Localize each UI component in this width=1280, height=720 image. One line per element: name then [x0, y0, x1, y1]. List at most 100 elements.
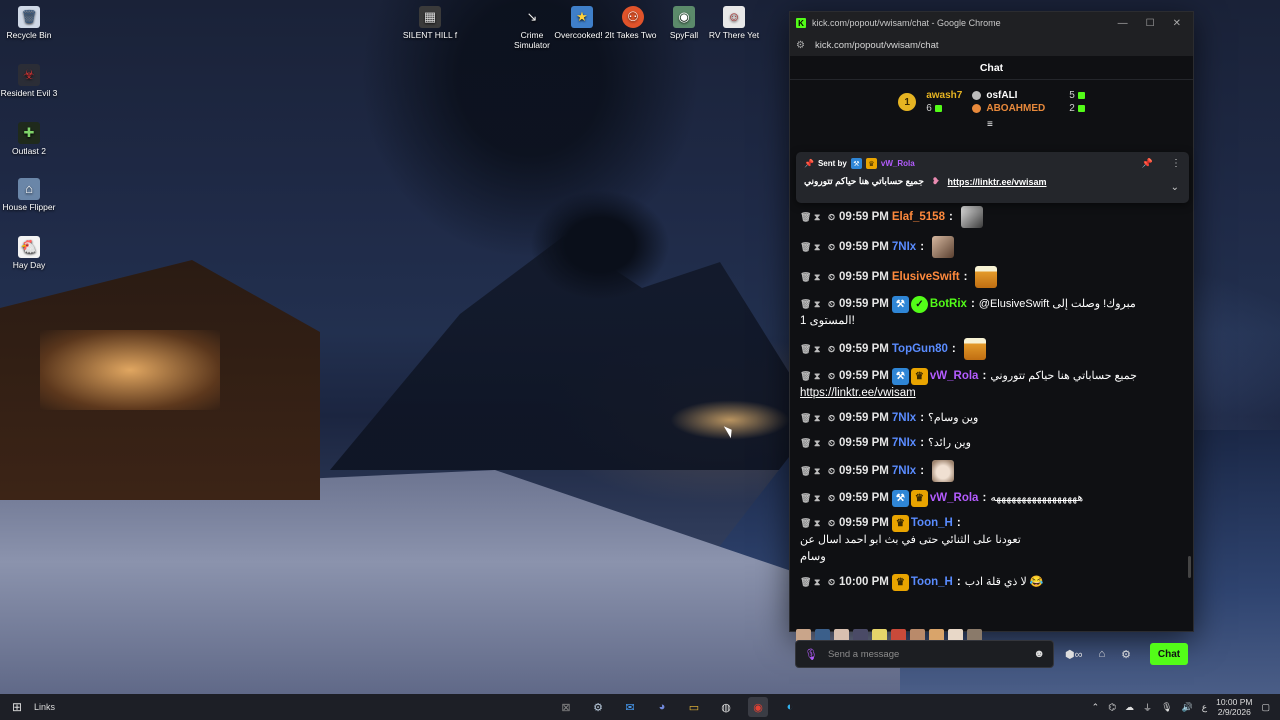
chat-message[interactable]: 🗑 ⧗ ⏲ 09:59 PM ⚒ ♛ vW_Rola: جميع حساباتي هنا حي…	[800, 368, 1183, 402]
desktop-icon-hay-day[interactable]: 🐔 Hay Day	[0, 236, 58, 270]
edge-icon[interactable]: ◐	[780, 697, 800, 717]
window-titlebar[interactable]: K kick.com/popout/vwisam/chat - Google C…	[790, 12, 1193, 34]
leaderboard-second-name[interactable]: osfALI	[986, 90, 1017, 101]
address-bar[interactable]: ⚙ kick.com/popout/vwisam/chat	[790, 34, 1193, 56]
emoji-picker-icon[interactable]: ☻	[1033, 648, 1045, 660]
pinned-user[interactable]: vW_Rola	[881, 159, 915, 168]
send-chat-button[interactable]: Chat	[1150, 643, 1188, 665]
message-username[interactable]: 7NIx	[892, 463, 916, 480]
discord-icon[interactable]: ◕	[652, 697, 672, 717]
taskbar-clock[interactable]: 10:00 PM 2/9/2026	[1216, 697, 1252, 717]
chat-message[interactable]: 🗑 ⧗ ⏲ 09:59 PM 7NIx:	[800, 460, 1183, 482]
message-username[interactable]: TopGun80	[892, 341, 948, 358]
message-username[interactable]: ElusiveSwift	[892, 269, 960, 286]
message-username[interactable]: 7NIx	[892, 410, 916, 427]
volume-icon[interactable]: 🔊	[1182, 702, 1193, 713]
timeout-user-icon[interactable]: ⧗	[814, 296, 820, 313]
message-username[interactable]: vW_Rola	[930, 490, 979, 507]
desktop-icon-silent-hill[interactable]: ▦ SILENT HILL f	[401, 6, 459, 40]
chrome-icon[interactable]: ◉	[748, 697, 768, 717]
chat-message[interactable]: 🗑 ⧗ ⏲ 09:59 PM TopGun80:	[800, 338, 1183, 360]
chat-message[interactable]: 🗑 ⧗ ⏲ 09:59 PM 7NIx: وين رائد؟	[800, 435, 1183, 452]
timeout-user-icon[interactable]: ⧗	[814, 574, 820, 591]
desktop-icon-rv-there-yet[interactable]: ☺ RV There Yet	[705, 6, 763, 40]
collapse-leaderboard-icon[interactable]: ≡	[987, 119, 993, 130]
chat-message[interactable]: 🗑 ⧗ ⏲ 09:59 PM ⚒ ✓ BotRix: @ElusiveSwift مبروك!…	[800, 296, 1183, 330]
onedrive-icon[interactable]: ☁	[1125, 702, 1134, 713]
input-language[interactable]: ع	[1202, 702, 1207, 713]
notifications-icon[interactable]: ▢	[1261, 702, 1270, 713]
maximize-button[interactable]: ☐	[1146, 18, 1155, 29]
site-settings-icon[interactable]: ⚙	[796, 40, 805, 51]
pinned-link[interactable]: https://linktr.ee/vwisam	[947, 177, 1046, 187]
links-toolbar[interactable]: Links	[34, 702, 55, 712]
close-button[interactable]: ✕	[1173, 18, 1181, 29]
unpin-icon[interactable]: 📌	[1142, 158, 1153, 169]
timeout-user-icon[interactable]: ⧗	[814, 515, 820, 532]
desktop-icon-recycle-bin[interactable]: 🗑 Recycle Bin	[0, 6, 58, 40]
usb-icon[interactable]: ⏚	[1143, 701, 1152, 714]
message-link[interactable]: https://linktr.ee/vwisam	[800, 387, 916, 399]
message-username[interactable]: 7NIx	[892, 239, 916, 256]
more-options-icon[interactable]: ⋮	[1171, 158, 1181, 169]
desktop-icon-house-flipper[interactable]: ⌂ House Flipper	[0, 178, 58, 212]
delete-message-icon[interactable]: 🗑	[800, 410, 811, 427]
delete-message-icon[interactable]: 🗑	[800, 239, 811, 256]
delete-message-icon[interactable]: 🗑	[800, 435, 811, 452]
message-username[interactable]: BotRix	[930, 296, 967, 313]
gear-icon[interactable]: ⚙	[1116, 648, 1136, 661]
timeout-user-icon[interactable]: ⧗	[814, 410, 820, 427]
delete-message-icon[interactable]: 🗑	[800, 368, 811, 385]
file-explorer-icon[interactable]: ▭	[684, 697, 704, 717]
chat-message[interactable]: 🗑 ⧗ ⏲ 09:59 PM 7NIx: وين وسام؟	[800, 410, 1183, 427]
chat-message[interactable]: 🗑 ⧗ ⏲ 10:00 PM ♛ Toon_H: لا ذي قلة ادب 😂	[800, 574, 1183, 591]
delete-message-icon[interactable]: 🗑	[800, 490, 811, 507]
microphone-icon[interactable]: 🎙	[804, 648, 818, 661]
store-icon[interactable]: ⌂	[1093, 648, 1110, 660]
kicks-gift-icon[interactable]: ⬢∞	[1060, 648, 1087, 661]
chat-scrollbar[interactable]	[1188, 556, 1191, 578]
message-username[interactable]: Elaf_5158	[892, 209, 945, 226]
chat-message[interactable]: 🗑 ⧗ ⏲ 09:59 PM ElusiveSwift:	[800, 266, 1183, 288]
chevron-up-icon[interactable]: ⌃	[1092, 702, 1100, 713]
timeout-user-icon[interactable]: ⧗	[814, 435, 820, 452]
desktop-icon-resident-evil-3[interactable]: ☣ Resident Evil 3	[0, 64, 58, 98]
timeout-user-icon[interactable]: ⧗	[814, 269, 820, 286]
message-username[interactable]: 7NIx	[892, 435, 916, 452]
desktop-icon-outlast-2[interactable]: ✚ Outlast 2	[0, 122, 58, 156]
message-username[interactable]: Toon_H	[911, 515, 953, 532]
xbox-app-icon[interactable]: ⊠	[556, 697, 576, 717]
desktop-icon-it-takes-two[interactable]: ⚇ It Takes Two	[604, 6, 662, 40]
steam-icon[interactable]: ⚙	[588, 697, 608, 717]
chat-message[interactable]: 🗑 ⧗ ⏲ 09:59 PM ⚒ ♛ vW_Rola: هههههههههههههههههه	[800, 490, 1183, 507]
leaderboard-third-name[interactable]: ABOAHMED	[986, 103, 1045, 114]
timeout-user-icon[interactable]: ⧗	[814, 341, 820, 358]
delete-message-icon[interactable]: 🗑	[800, 209, 811, 226]
pinned-message[interactable]: 📌 Sent by ⚒ ♛ vW_Rola 📌 ⋮ جميع حساباتي ه…	[796, 152, 1189, 203]
message-username[interactable]: vW_Rola	[930, 368, 979, 385]
delete-message-icon[interactable]: 🗑	[800, 515, 811, 532]
leaderboard-first-name[interactable]: awash7	[926, 90, 962, 101]
network-icon[interactable]: ⌬	[1108, 702, 1116, 713]
chat-message[interactable]: 🗑 ⧗ ⏲ 09:59 PM Elaf_5158:	[800, 206, 1183, 228]
chat-message[interactable]: 🗑 ⧗ ⏲ 09:59 PM 7NIx:	[800, 236, 1183, 258]
start-windows-icon[interactable]: ⊞	[0, 700, 34, 714]
mail-app-icon[interactable]: ✉	[620, 697, 640, 717]
delete-message-icon[interactable]: 🗑	[800, 463, 811, 480]
obs-icon[interactable]: ◍	[716, 697, 736, 717]
timeout-user-icon[interactable]: ⧗	[814, 209, 820, 226]
minimize-button[interactable]: —	[1118, 18, 1128, 29]
timeout-user-icon[interactable]: ⧗	[814, 368, 820, 385]
message-input[interactable]: 🎙 Send a message ☻	[795, 640, 1054, 668]
desktop-icon-overcooked-2[interactable]: ★ Overcooked! 2	[553, 6, 611, 40]
delete-message-icon[interactable]: 🗑	[800, 296, 811, 313]
delete-message-icon[interactable]: 🗑	[800, 574, 811, 591]
timeout-user-icon[interactable]: ⧗	[814, 490, 820, 507]
delete-message-icon[interactable]: 🗑	[800, 269, 811, 286]
timeout-user-icon[interactable]: ⧗	[814, 239, 820, 256]
timeout-user-icon[interactable]: ⧗	[814, 463, 820, 480]
message-username[interactable]: Toon_H	[911, 574, 953, 591]
delete-message-icon[interactable]: 🗑	[800, 341, 811, 358]
microphone-tray-icon[interactable]: 🎙	[1161, 702, 1172, 713]
chat-message[interactable]: 🗑 ⧗ ⏲ 09:59 PM ♛ Toon_H: تعودنا على الثنائي حت…	[800, 515, 1183, 566]
